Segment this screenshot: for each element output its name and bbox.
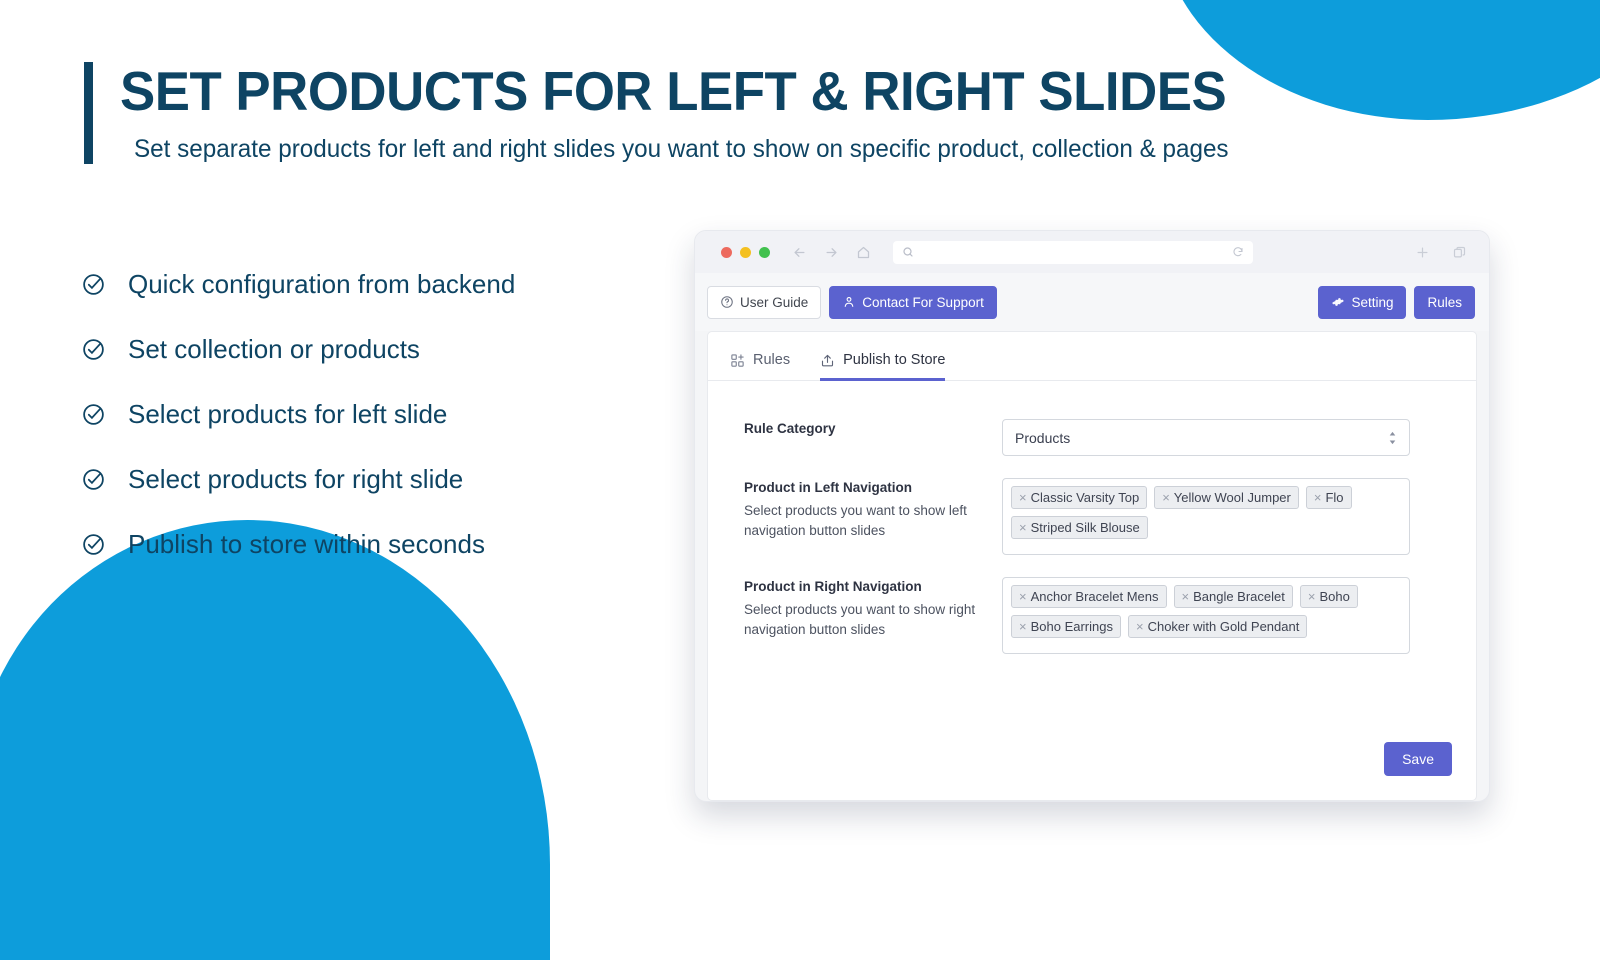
rule-category-row: Rule Category Products: [744, 419, 1446, 456]
share-upload-icon: [820, 353, 835, 368]
plus-icon[interactable]: [1415, 245, 1430, 260]
list-item: Select products for left slide: [80, 392, 680, 436]
tag-chip[interactable]: × Flo: [1305, 486, 1352, 509]
tag-chip[interactable]: × Yellow Wool Jumper: [1154, 486, 1299, 509]
publish-form: Rule Category Products Product in Left N…: [708, 381, 1476, 654]
page-title: SET PRODUCTS FOR LEFT & RIGHT SLIDES: [120, 60, 1227, 122]
tab-rules[interactable]: Rules: [730, 352, 790, 381]
check-circle-icon: [80, 336, 106, 362]
grid-plus-icon: [730, 353, 745, 368]
rule-category-label: Rule Category: [744, 421, 836, 436]
maximize-dot[interactable]: [759, 246, 770, 258]
left-navigation-row: Product in Left Navigation Select produc…: [744, 478, 1446, 555]
tag-label: Choker with Gold Pendant: [1147, 619, 1300, 634]
home-icon[interactable]: [856, 245, 871, 260]
minimize-dot[interactable]: [740, 246, 751, 258]
gear-icon: [1331, 295, 1345, 309]
remove-tag-icon[interactable]: ×: [1019, 590, 1027, 603]
right-navigation-tag-input[interactable]: × Anchor Bracelet Mens × Bangle Bracelet ×…: [1002, 577, 1410, 654]
list-item: Quick configuration from backend: [80, 262, 680, 306]
tag-chip[interactable]: × Boho: [1299, 585, 1358, 608]
app-toolbar: User Guide Contact For Support Setting R…: [695, 273, 1489, 331]
question-circle-icon: [720, 295, 734, 309]
remove-tag-icon[interactable]: ×: [1308, 590, 1316, 603]
rule-category-select[interactable]: Products: [1002, 419, 1410, 456]
rules-button-label: Rules: [1427, 294, 1462, 310]
page-header: SET PRODUCTS FOR LEFT & RIGHT SLIDES Set…: [84, 60, 1272, 165]
user-guide-button[interactable]: User Guide: [707, 285, 822, 319]
right-navigation-row: Product in Right Navigation Select produ…: [744, 577, 1446, 654]
close-dot[interactable]: [721, 246, 732, 258]
refresh-icon[interactable]: [1232, 246, 1244, 258]
tag-label: Yellow Wool Jumper: [1173, 490, 1291, 505]
list-item-label: Publish to store within seconds: [128, 528, 485, 559]
feature-list: Quick configuration from backend Set col…: [80, 262, 680, 587]
tag-chip[interactable]: × Boho Earrings: [1011, 615, 1121, 638]
tag-label: Bangle Bracelet: [1193, 589, 1285, 604]
tag-chip[interactable]: × Anchor Bracelet Mens: [1011, 585, 1167, 608]
remove-tag-icon[interactable]: ×: [1314, 491, 1322, 504]
address-bar[interactable]: [893, 240, 1253, 264]
tab-publish-label: Publish to Store: [843, 352, 946, 368]
remove-tag-icon[interactable]: ×: [1019, 620, 1027, 633]
copy-window-icon[interactable]: [1452, 245, 1467, 260]
tag-label: Boho: [1319, 589, 1350, 604]
browser-chrome: [695, 231, 1489, 273]
list-item-label: Set collection or products: [128, 333, 420, 364]
search-icon: [902, 246, 914, 258]
tab-publish-to-store[interactable]: Publish to Store: [820, 352, 946, 381]
tag-label: Boho Earrings: [1030, 619, 1113, 634]
tab-rules-label: Rules: [753, 352, 791, 368]
user-guide-label: User Guide: [740, 294, 809, 310]
browser-mockup: User Guide Contact For Support Setting R…: [694, 230, 1490, 802]
header-accent-bar: [84, 62, 93, 165]
left-navigation-tag-input[interactable]: × Classic Varsity Top × Yellow Wool Jumper…: [1002, 478, 1410, 555]
tag-label: Anchor Bracelet Mens: [1030, 589, 1159, 604]
arrow-right-icon[interactable]: [824, 245, 839, 260]
rule-category-value: Products: [1015, 429, 1071, 446]
contact-support-label: Contact For Support: [862, 294, 984, 310]
list-item: Set collection or products: [80, 327, 680, 371]
check-circle-icon: [80, 401, 106, 427]
save-button[interactable]: Save: [1384, 742, 1452, 776]
tag-label: Flo: [1325, 490, 1344, 505]
check-circle-icon: [80, 466, 106, 492]
list-item: Publish to store within seconds: [80, 522, 680, 566]
tab-bar: Rules Publish to Store: [708, 332, 1476, 381]
person-icon: [842, 295, 856, 309]
list-item: Select products for right slide: [80, 457, 680, 501]
rules-button[interactable]: Rules: [1414, 285, 1475, 319]
left-navigation-help: Select products you want to show left na…: [744, 503, 967, 538]
arrow-left-icon[interactable]: [792, 245, 807, 260]
contact-support-button[interactable]: Contact For Support: [829, 285, 997, 319]
tag-chip[interactable]: × Striped Silk Blouse: [1011, 516, 1148, 539]
list-item-label: Select products for left slide: [128, 398, 448, 429]
remove-tag-icon[interactable]: ×: [1019, 491, 1027, 504]
tag-chip[interactable]: × Choker with Gold Pendant: [1127, 615, 1308, 638]
setting-button[interactable]: Setting: [1318, 285, 1407, 319]
app-content-card: Rules Publish to Store Rule Category Pro…: [707, 331, 1477, 801]
tag-label: Classic Varsity Top: [1030, 490, 1140, 505]
right-navigation-help: Select products you want to show right n…: [744, 602, 976, 637]
tag-label: Striped Silk Blouse: [1030, 520, 1140, 535]
setting-label: Setting: [1351, 294, 1394, 310]
check-circle-icon: [80, 271, 106, 297]
right-navigation-label: Product in Right Navigation: [744, 579, 922, 594]
window-controls: [721, 246, 770, 258]
list-item-label: Quick configuration from backend: [128, 268, 516, 299]
remove-tag-icon[interactable]: ×: [1019, 521, 1027, 534]
check-circle-icon: [80, 531, 106, 557]
left-navigation-label: Product in Left Navigation: [744, 480, 913, 495]
list-item-label: Select products for right slide: [128, 463, 464, 494]
updown-stepper-icon: [1388, 431, 1397, 445]
remove-tag-icon[interactable]: ×: [1182, 590, 1190, 603]
tag-chip[interactable]: × Classic Varsity Top: [1011, 486, 1148, 509]
page-subtitle: Set separate products for left and right…: [134, 135, 1229, 164]
remove-tag-icon[interactable]: ×: [1136, 620, 1144, 633]
remove-tag-icon[interactable]: ×: [1162, 491, 1170, 504]
tag-chip[interactable]: × Bangle Bracelet: [1173, 585, 1293, 608]
